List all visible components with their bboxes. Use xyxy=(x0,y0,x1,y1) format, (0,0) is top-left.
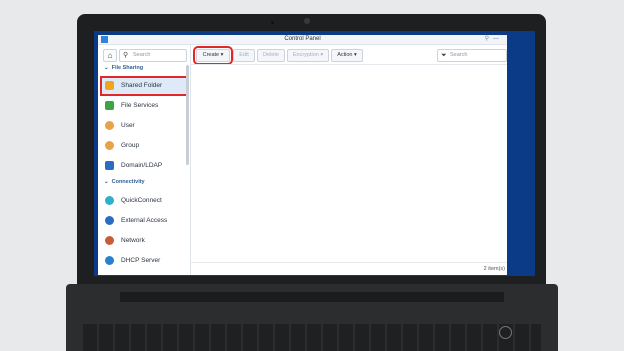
sidebar-item-label: External Access xyxy=(121,217,168,224)
dhcp-icon xyxy=(105,256,114,265)
quickconnect-icon xyxy=(105,196,114,205)
section-label: Connectivity xyxy=(111,179,145,185)
webcam xyxy=(304,18,310,24)
action-button[interactable]: Action ▾ xyxy=(331,49,363,62)
sidebar-item-label: DHCP Server xyxy=(121,257,161,264)
power-button xyxy=(499,326,512,339)
title-bar: Control Panel ⚲— xyxy=(98,35,507,45)
network-icon xyxy=(105,236,114,245)
sidebar-item-label: Network xyxy=(121,237,145,244)
group-icon xyxy=(105,141,114,150)
encryption-button[interactable]: Encryption ▾ xyxy=(287,49,329,62)
sidebar-item-network[interactable]: Network xyxy=(104,233,184,249)
home-icon: ⌂ xyxy=(107,51,113,60)
globe-icon xyxy=(105,216,114,225)
create-button[interactable]: Create ▾ xyxy=(193,46,233,65)
minimize-icon[interactable]: — xyxy=(493,36,503,42)
chevron-down-icon: ⌄ xyxy=(104,179,109,185)
sidebar-item-dhcp-server[interactable]: DHCP Server xyxy=(104,253,184,269)
folder-icon xyxy=(105,81,114,90)
sidebar-item-external-access[interactable]: External Access xyxy=(104,213,184,229)
sidebar-item-label: Domain/LDAP xyxy=(121,162,163,169)
search-icon: ⚲ xyxy=(123,52,129,59)
section-file-sharing[interactable]: ⌄ File Sharing xyxy=(104,65,143,71)
sidebar-item-label: QuickConnect xyxy=(121,197,162,204)
sidebar-item-file-services[interactable]: File Services xyxy=(104,98,184,114)
sidebar-item-label: File Services xyxy=(121,102,159,109)
toolbar-search-input[interactable]: ⏷ Search xyxy=(437,49,507,62)
keyboard xyxy=(83,324,541,351)
sidebar-item-domain-ldap[interactable]: Domain/LDAP xyxy=(104,158,184,174)
home-button[interactable]: ⌂ xyxy=(103,49,117,62)
webcam-indicator xyxy=(271,21,274,24)
sidebar-item-group[interactable]: Group xyxy=(104,138,184,154)
sidebar: ⌂ ⚲ Search ⌄ File Sharing Shared Folder F… xyxy=(98,45,191,275)
window-controls[interactable]: ⚲— xyxy=(485,35,503,44)
sidebar-search-placeholder: Search xyxy=(133,52,151,58)
sidebar-scrollbar[interactable] xyxy=(186,65,189,165)
toolbar-search-placeholder: Search xyxy=(450,52,468,58)
screen: Control Panel ⚲— ⌂ ⚲ Search ⌄ File Sharin… xyxy=(94,31,535,276)
item-count: 2 item(s) xyxy=(483,266,505,272)
sidebar-item-label: Shared Folder xyxy=(121,82,163,89)
sidebar-item-user[interactable]: User xyxy=(104,118,184,134)
sidebar-search-input[interactable]: ⚲ Search xyxy=(119,49,187,62)
domain-icon xyxy=(105,161,114,170)
main-panel: Create ▾ Edit Delete Encryption ▾ Action… xyxy=(191,45,507,275)
edit-button[interactable]: Edit xyxy=(233,49,255,62)
sidebar-item-quickconnect[interactable]: QuickConnect xyxy=(104,193,184,209)
laptop-hinge xyxy=(120,292,504,302)
chevron-down-icon: ⌄ xyxy=(104,65,109,71)
list-footer: 2 item(s) xyxy=(191,262,507,276)
sidebar-item-label: User xyxy=(121,122,135,129)
section-connectivity[interactable]: ⌄ Connectivity xyxy=(104,179,145,185)
file-services-icon xyxy=(105,101,114,110)
shared-folder-list xyxy=(191,64,507,261)
section-label: File Sharing xyxy=(111,65,144,71)
filter-icon: ⏷ xyxy=(441,52,447,59)
control-panel-window: Control Panel ⚲— ⌂ ⚲ Search ⌄ File Sharin… xyxy=(98,35,507,275)
sidebar-item-label: Group xyxy=(121,142,140,149)
user-icon xyxy=(105,121,114,130)
pin-icon[interactable]: ⚲ xyxy=(485,36,493,42)
window-title: Control Panel xyxy=(284,36,321,42)
delete-button[interactable]: Delete xyxy=(257,49,285,62)
sidebar-item-shared-folder[interactable]: Shared Folder xyxy=(100,76,188,96)
